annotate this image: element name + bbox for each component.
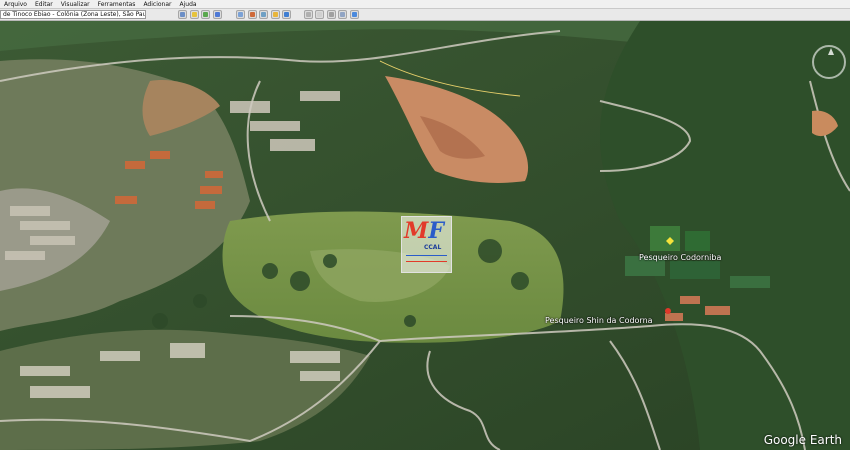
view-in-maps-icon[interactable] [349,10,359,19]
sun-icon[interactable] [270,10,280,19]
menu-editar[interactable]: Editar [35,0,53,9]
print-icon[interactable] [326,10,336,19]
menu-bar: Arquivo Editar Visualizar Ferramentas Ad… [0,0,850,9]
historical-imagery-icon[interactable] [259,10,268,19]
hide-sidebar-icon[interactable] [178,10,187,19]
save-image-icon[interactable] [338,10,347,19]
toolbar: de Tinoco Ebiao - Colônia (Zona Leste), … [0,9,850,21]
place-label-pesqueiro-upper[interactable]: Pesqueiro Codorniba [639,253,721,262]
logo-lines [406,255,447,266]
tour-icon[interactable] [247,10,257,19]
menu-adicionar[interactable]: Adicionar [143,0,171,9]
path-icon[interactable] [212,10,222,19]
search-input[interactable]: de Tinoco Ebiao - Colônia (Zona Leste), … [0,10,146,19]
map-view[interactable]: MF CCAL Pesqueiro Codorniba Pesqueiro Sh… [0,21,850,450]
menu-ferramentas[interactable]: Ferramentas [98,0,136,9]
menu-ajuda[interactable]: Ajuda [180,0,197,9]
planet-icon[interactable] [282,10,291,19]
placemark-icon[interactable] [189,10,199,19]
logo-subtitle: CCAL [424,244,442,251]
place-label-pesqueiro-lower[interactable]: Pesqueiro Shin da Codorna [545,316,653,325]
polygon-icon[interactable] [201,10,210,19]
placemark-yellow-icon[interactable] [666,237,674,245]
overlay-icon[interactable] [236,10,245,19]
navigation-compass[interactable] [812,45,846,79]
logo-letter-f: F [428,218,444,244]
menu-visualizar[interactable]: Visualizar [61,0,90,9]
email-icon[interactable] [315,10,324,19]
placemark-red-icon[interactable] [664,308,672,316]
watermark-logo: MF CCAL [401,216,452,273]
logo-letter-m: M [404,218,429,244]
menu-arquivo[interactable]: Arquivo [4,0,27,9]
google-earth-watermark: Google Earth [763,433,842,447]
ruler-icon[interactable] [303,10,313,19]
